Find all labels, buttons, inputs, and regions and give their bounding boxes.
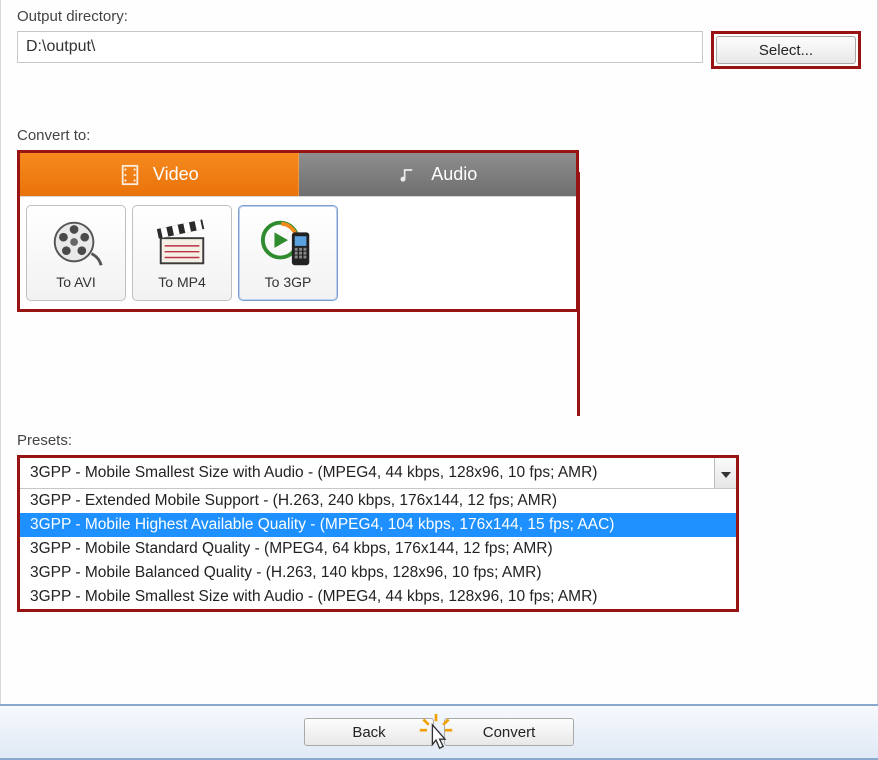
- tab-video-label: Video: [153, 164, 199, 185]
- format-button-3gp-label: To 3GP: [265, 274, 312, 290]
- format-button-avi[interactable]: To AVI: [26, 205, 126, 301]
- preset-option[interactable]: 3GPP - Mobile Highest Available Quality …: [20, 513, 736, 537]
- presets-label: Presets:: [17, 432, 861, 449]
- clapperboard-icon: [153, 218, 211, 268]
- preset-option[interactable]: 3GPP - Mobile Balanced Quality - (H.263,…: [20, 561, 736, 585]
- preset-option[interactable]: 3GPP - Mobile Smallest Size with Audio -…: [20, 585, 736, 609]
- format-buttons-row: To AVI: [20, 197, 576, 309]
- film-reel-icon: [47, 218, 105, 268]
- preset-option[interactable]: 3GPP - Mobile Standard Quality - (MPEG4,…: [20, 537, 736, 561]
- format-button-mp4[interactable]: To MP4: [132, 205, 232, 301]
- back-button[interactable]: Back: [304, 718, 434, 746]
- presets-combobox[interactable]: 3GPP - Mobile Smallest Size with Audio -…: [20, 458, 736, 489]
- presets-panel-annotation: 3GPP - Mobile Smallest Size with Audio -…: [17, 455, 739, 612]
- select-button-annotation: Select...: [711, 31, 861, 69]
- convert-panel-annotation: Video Audio: [17, 150, 579, 312]
- filmstrip-icon: [119, 164, 141, 186]
- music-note-icon: [397, 164, 419, 186]
- format-button-3gp[interactable]: To 3GP: [238, 205, 338, 301]
- select-directory-button[interactable]: Select...: [716, 36, 856, 64]
- format-category-tabs: Video Audio: [20, 153, 576, 197]
- convert-button[interactable]: Convert: [444, 718, 574, 746]
- tab-audio-label: Audio: [431, 164, 477, 185]
- annotation-connector-line: [577, 172, 580, 416]
- tab-video[interactable]: Video: [20, 153, 299, 196]
- preset-option[interactable]: 3GPP - Extended Mobile Support - (H.263,…: [20, 489, 736, 513]
- presets-dropdown-list: 3GPP - Extended Mobile Support - (H.263,…: [20, 489, 736, 609]
- presets-dropdown-button[interactable]: [714, 458, 736, 488]
- output-directory-input[interactable]: [17, 31, 703, 63]
- phone-media-icon: [259, 218, 317, 268]
- format-button-avi-label: To AVI: [56, 274, 95, 290]
- presets-selected-value: 3GPP - Mobile Smallest Size with Audio -…: [20, 458, 714, 488]
- chevron-down-icon: [721, 465, 731, 481]
- convert-to-label: Convert to:: [17, 127, 861, 144]
- format-button-mp4-label: To MP4: [158, 274, 205, 290]
- output-directory-label: Output directory:: [17, 8, 861, 25]
- tab-audio[interactable]: Audio: [299, 153, 577, 196]
- wizard-footer: Back Convert: [0, 704, 878, 760]
